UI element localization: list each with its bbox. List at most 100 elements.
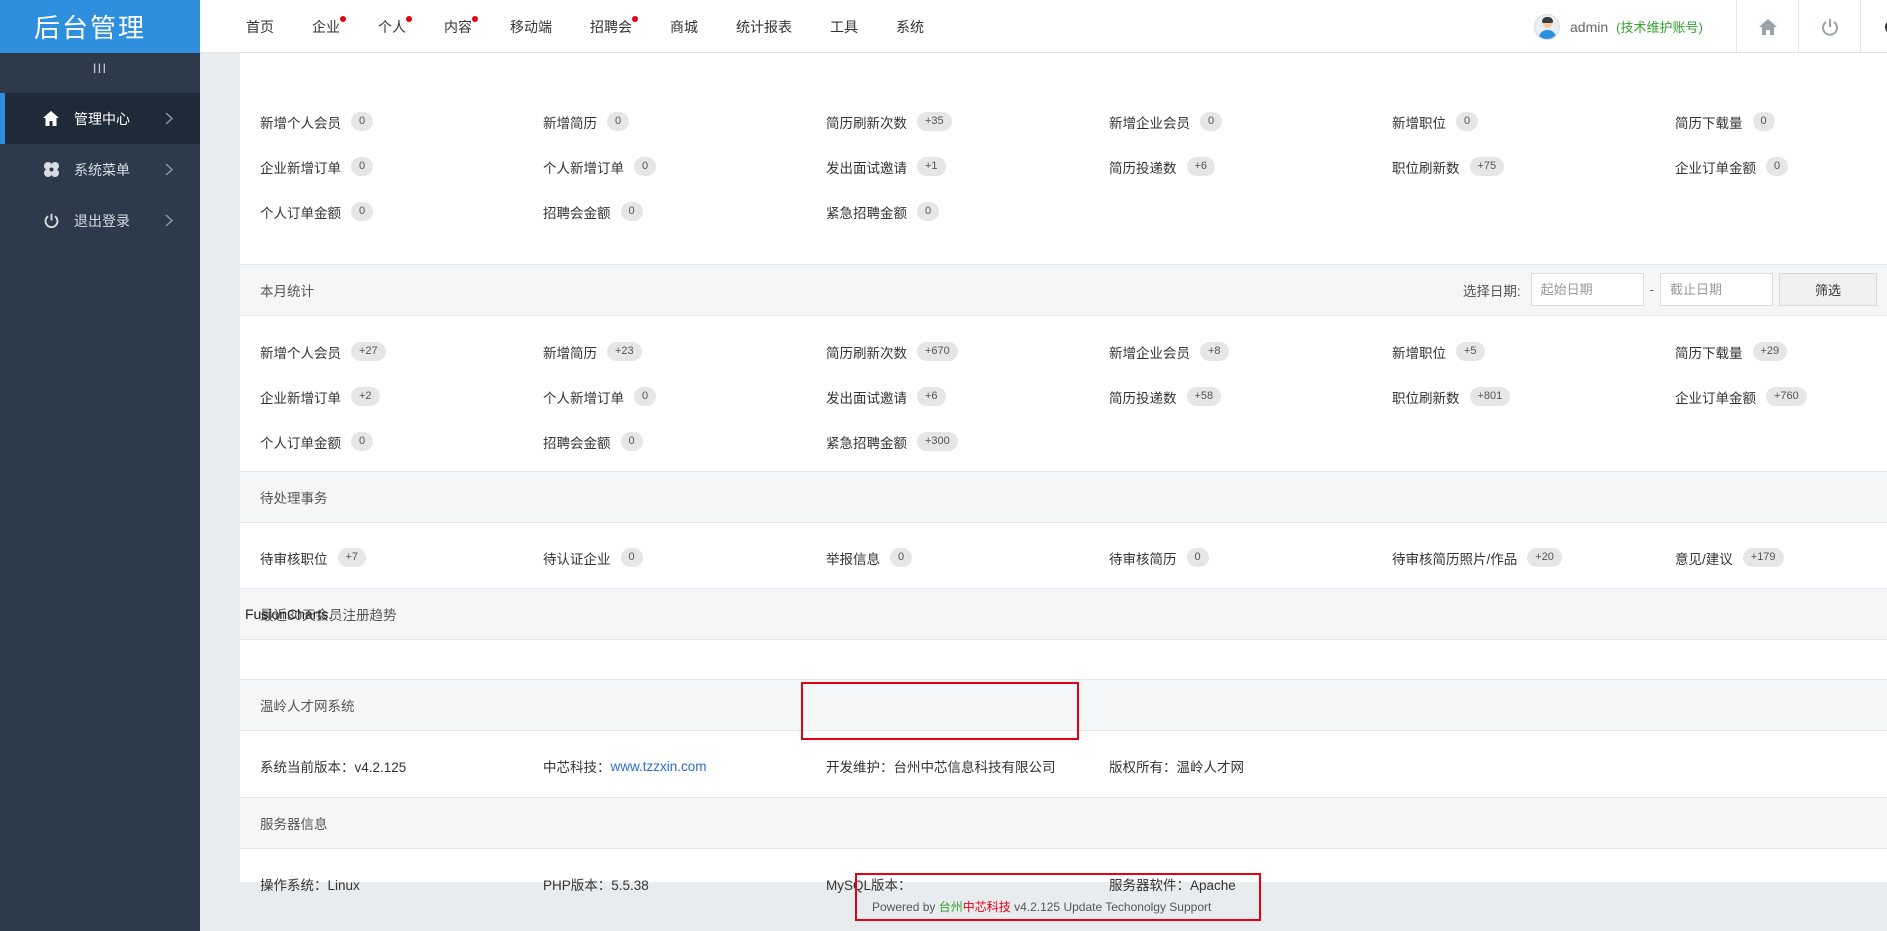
- stat-item: 紧急招聘金额 0: [826, 189, 940, 234]
- highlight-box-developer: [801, 682, 1079, 740]
- nav-reports[interactable]: 统计报表: [736, 17, 792, 37]
- chevron-right-icon: [165, 163, 174, 176]
- stat-item: 企业新增订单 0: [260, 144, 374, 189]
- end-date-input[interactable]: [1660, 273, 1773, 306]
- nav-mobile[interactable]: 移动端: [510, 17, 552, 37]
- app-logo[interactable]: 后台管理: [0, 0, 200, 53]
- notification-dot: [632, 15, 638, 22]
- home-icon: [1758, 18, 1777, 35]
- stat-item: 企业订单金额 +760: [1675, 374, 1807, 419]
- sidebar-item-admin-center[interactable]: 管理中心: [0, 93, 200, 144]
- sidebar-item-label: 退出登录: [74, 212, 130, 229]
- month-stats-header: 本月统计 选择日期: - 筛选: [240, 264, 1887, 316]
- company-link[interactable]: www.tzzxin.com: [611, 759, 707, 774]
- nav-home[interactable]: 首页: [246, 17, 274, 37]
- pending-item[interactable]: 待审核简历照片/作品 +20: [1392, 535, 1562, 580]
- pending-item[interactable]: 待认证企业 0: [543, 535, 643, 580]
- trend-header: 最近30天会员注册趋势: [240, 588, 1887, 640]
- stat-badge: 0: [620, 202, 643, 221]
- stats-row: 企业新增订单 0 个人新增订单 0 发出面试邀请 +1 简历投递数 +6 职位刷新数 +7…: [240, 144, 1887, 189]
- user-role: (技术维护账号): [1616, 20, 1703, 35]
- pending-item[interactable]: 待审核职位 +7: [260, 535, 367, 580]
- nav-company[interactable]: 企业: [312, 15, 346, 37]
- stat-badge: 0: [634, 387, 657, 406]
- stat-badge: 0: [1456, 112, 1479, 131]
- server-header: 服务器信息: [240, 797, 1887, 849]
- sidebar-item-system-menu[interactable]: 系统菜单: [0, 144, 200, 195]
- server-os: 操作系统：Linux: [260, 878, 360, 893]
- stat-badge: 0: [351, 112, 374, 131]
- main-panel: 新增个人会员 0 新增简历 0 简历刷新次数 +35 新增企业会员 0 新增职位 0 简历…: [240, 53, 1887, 893]
- nav-jobfair[interactable]: 招聘会: [590, 15, 638, 37]
- date-filter: 选择日期: - 筛选: [1463, 273, 1877, 306]
- stat-badge: 0: [1766, 157, 1789, 176]
- stat-badge: 0: [917, 202, 940, 221]
- nav-system[interactable]: 系统: [896, 17, 924, 37]
- stat-badge: +300: [917, 432, 958, 451]
- stat-badge: +801: [1469, 387, 1511, 406]
- stat-item: 新增简历 +23: [543, 329, 642, 374]
- stat-badge: +75: [1469, 157, 1505, 176]
- nav-content[interactable]: 内容: [444, 15, 478, 37]
- footer: Powered by 台州中芯科技 v4.2.125 Update Techon…: [872, 900, 1212, 914]
- section-title: 温岭人才网系统: [260, 699, 355, 714]
- stat-item: 简历投递数 +58: [1109, 374, 1222, 419]
- chevron-right-icon: [165, 112, 174, 125]
- more-button[interactable]: [1860, 0, 1887, 53]
- stat-item: 简历刷新次数 +670: [826, 329, 958, 374]
- user-name: admin: [1570, 18, 1609, 35]
- start-date-input[interactable]: [1530, 273, 1644, 306]
- stat-item: 新增企业会员 0: [1109, 99, 1223, 144]
- stats-row: 新增个人会员 +27 新增简历 +23 简历刷新次数 +670 新增企业会员 +8 新增…: [240, 329, 1887, 374]
- sidebar: III 管理中心 系统菜单 退出登录: [0, 53, 200, 931]
- nav-tools[interactable]: 工具: [830, 17, 858, 37]
- power-icon: [42, 212, 60, 230]
- stats-row: 企业新增订单 +2 个人新增订单 0 发出面试邀请 +6 简历投递数 +58 职位刷新数…: [240, 374, 1887, 419]
- date-filter-label: 选择日期:: [1462, 283, 1521, 299]
- copyright-info: 版权所有：温岭人才网: [1109, 760, 1244, 775]
- system-info-row: 系统当前版本：v4.2.125 中芯科技： www.tzzxin.com 开发维护…: [240, 735, 1887, 797]
- stat-badge: +6: [917, 387, 946, 406]
- stat-badge: +1: [917, 157, 946, 176]
- stat-badge: 0: [351, 202, 374, 221]
- nav-personal[interactable]: 个人: [378, 15, 412, 37]
- stat-item: 简历投递数 +6: [1109, 144, 1216, 189]
- notification-dot: [340, 15, 346, 22]
- stat-badge: 0: [607, 112, 630, 131]
- nav-mall[interactable]: 商城: [670, 17, 698, 37]
- stat-item: 职位刷新数 +75: [1392, 144, 1505, 189]
- stat-item: 企业新增订单 +2: [260, 374, 380, 419]
- pending-item[interactable]: 举报信息 0: [826, 535, 913, 580]
- home-icon: [42, 110, 60, 128]
- sidebar-toggle[interactable]: III: [0, 53, 200, 83]
- date-separator: -: [1649, 282, 1654, 297]
- pending-row: 待审核职位 +7 待认证企业 0 举报信息 0 待审核简历 0 待审核简历照片/作品 +2…: [240, 535, 1887, 580]
- stat-badge: +179: [1742, 548, 1784, 567]
- section-title: 服务器信息: [260, 817, 328, 832]
- logout-button[interactable]: [1798, 0, 1860, 53]
- circle-icon: [1884, 21, 1887, 32]
- home-button[interactable]: [1736, 0, 1798, 53]
- stats-row: 个人订单金额 0 招聘会金额 0 紧急招聘金额 0: [240, 189, 1887, 234]
- stat-item: 新增职位 0: [1392, 99, 1479, 144]
- filter-button[interactable]: 筛选: [1779, 273, 1877, 306]
- stat-badge: 0: [1752, 112, 1775, 131]
- stat-badge: 0: [351, 157, 374, 176]
- user-info[interactable]: admin (技术维护账号): [1534, 0, 1703, 53]
- pending-item[interactable]: 意见/建议 +179: [1675, 535, 1784, 580]
- stat-item: 发出面试邀请 +1: [826, 144, 946, 189]
- chart-placeholder: FusionCharts.: [245, 606, 333, 622]
- stat-item: 简历下载量 +29: [1675, 329, 1788, 374]
- stat-item: 个人订单金额 0: [260, 419, 374, 464]
- stats-row: 个人订单金额 0 招聘会金额 0 紧急招聘金额 +300: [240, 419, 1887, 464]
- stat-badge: +6: [1186, 157, 1216, 176]
- pending-item[interactable]: 待审核简历 0: [1109, 535, 1209, 580]
- stat-badge: +29: [1752, 342, 1788, 361]
- stat-badge: 0: [620, 432, 643, 451]
- footer-brand-green: 台州: [938, 900, 963, 914]
- top-nav: 首页 企业 个人 内容 移动端 招聘会 商城 统计报表 工具 系统: [246, 0, 924, 53]
- sidebar-item-logout[interactable]: 退出登录: [0, 195, 200, 246]
- chevron-right-icon: [165, 214, 174, 227]
- stat-item: 新增个人会员 +27: [260, 329, 386, 374]
- developer-info: 开发维护：台州中芯信息科技有限公司: [826, 760, 1056, 775]
